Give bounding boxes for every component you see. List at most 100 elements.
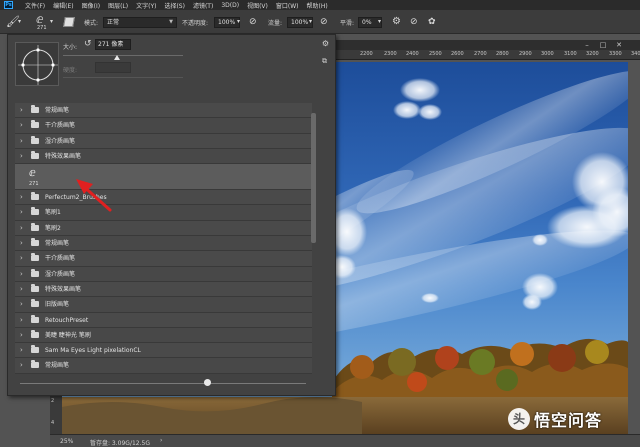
smoothing-label: 平滑:: [340, 19, 355, 27]
folder-icon: [31, 120, 39, 129]
airbrush-icon[interactable]: ⊘: [320, 10, 328, 34]
list-item[interactable]: › RetouchPreset: [15, 312, 312, 328]
new-preset-icon[interactable]: ⧉: [322, 57, 327, 66]
symmetry-icon[interactable]: ✿: [428, 10, 436, 34]
list-item[interactable]: › 美睫 睫神光 笔刷: [15, 327, 312, 344]
list-item[interactable]: › 旧版画笔: [15, 297, 312, 313]
list-item[interactable]: › 干介质画笔: [15, 251, 312, 267]
folder-label: 美睫 睫神光 笔刷: [45, 331, 91, 339]
selected-brush-preset[interactable]: ⅇ 271: [15, 164, 312, 191]
smoothing-value: 0%: [362, 18, 372, 26]
chevron-right-icon[interactable]: ›: [20, 297, 23, 312]
list-item[interactable]: › Sam Ma Eyes Light pixelationCL: [15, 343, 312, 359]
chevron-right-icon[interactable]: ›: [20, 343, 23, 358]
chevron-right-icon[interactable]: ›: [20, 205, 23, 220]
folder-icon: [31, 207, 39, 216]
folder-label: 干介质画笔: [45, 122, 76, 130]
ruler-top: 2200 2300 2400 2500 2600 2700 2800 2900 …: [336, 50, 640, 60]
chevron-right-icon[interactable]: ›: [20, 251, 23, 266]
menu-image[interactable]: 图像(I): [82, 1, 100, 10]
list-item[interactable]: › 特殊效果画笔: [15, 148, 312, 165]
panel-gear-icon[interactable]: ⚙: [322, 39, 329, 48]
pressure-size-icon[interactable]: ⊘: [410, 10, 418, 34]
ruler-tick: 3200: [586, 51, 599, 57]
chevron-right-icon[interactable]: ›: [20, 221, 23, 236]
folder-label: 湿介质画笔: [45, 137, 76, 145]
brush-preset-list: › 常规画笔 › 干介质画笔 › 湿介质画笔 › 特殊效果画笔 ⅇ 271 › …: [15, 103, 312, 375]
hardness-input: [95, 62, 131, 73]
size-input[interactable]: 271 像素: [95, 39, 131, 50]
menu-help[interactable]: 帮助(H): [307, 1, 328, 10]
list-item[interactable]: › 常规画笔: [15, 236, 312, 252]
status-menu-arrow-icon[interactable]: ›: [160, 437, 162, 444]
menu-window[interactable]: 窗口(W): [276, 1, 299, 10]
menu-filter[interactable]: 滤镜(T): [193, 1, 213, 10]
mode-select[interactable]: 正常 ▼: [103, 16, 177, 28]
folder-icon: [31, 222, 39, 231]
ruler-tick: 3400: [631, 51, 640, 57]
restore-icon[interactable]: □: [598, 40, 608, 50]
chevron-right-icon[interactable]: ›: [20, 282, 23, 297]
list-item[interactable]: › 湿介质画笔: [15, 266, 312, 282]
brush-picker-arrow-icon[interactable]: ▾: [50, 10, 53, 34]
preview-size-slider-thumb[interactable]: [204, 379, 211, 386]
folder-icon: [31, 192, 39, 201]
list-item[interactable]: › 常规画笔: [15, 358, 312, 374]
flow-label: 流量:: [268, 19, 283, 27]
pressure-opacity-icon[interactable]: ⊘: [249, 10, 257, 34]
chevron-right-icon[interactable]: ›: [20, 328, 23, 343]
flow-value: 100%: [291, 18, 309, 26]
ruler-tick: 2900: [519, 51, 532, 57]
chevron-right-icon[interactable]: ›: [20, 118, 23, 133]
hardness-label: 硬度:: [63, 67, 78, 74]
chevron-right-icon[interactable]: ›: [20, 236, 23, 251]
ruler-tick: 2700: [474, 51, 487, 57]
opacity-dropdown-icon[interactable]: ▾: [237, 10, 240, 34]
smoothing-dropdown-icon[interactable]: ▾: [378, 10, 381, 34]
menu-layer[interactable]: 图层(L): [108, 1, 128, 10]
ruler-tick: 4: [51, 420, 55, 426]
folder-icon: [31, 268, 39, 277]
close-icon[interactable]: ✕: [614, 40, 624, 50]
minimize-icon[interactable]: –: [582, 40, 592, 50]
preview-size-slider-track[interactable]: [20, 383, 306, 384]
chevron-right-icon[interactable]: ›: [20, 103, 23, 118]
menu-edit[interactable]: 编辑(E): [53, 1, 73, 10]
list-item[interactable]: › 常规画笔: [15, 103, 312, 119]
menu-file[interactable]: 文件(F): [25, 1, 45, 10]
watermark-text: 悟空问答: [534, 411, 603, 430]
list-item[interactable]: › 特殊效果画笔: [15, 281, 312, 298]
size-slider-thumb[interactable]: [114, 55, 120, 60]
folder-icon: [31, 360, 39, 369]
chevron-right-icon[interactable]: ›: [20, 190, 23, 205]
chevron-right-icon[interactable]: ›: [20, 358, 23, 373]
list-item[interactable]: › 干介质画笔: [15, 118, 312, 134]
brush-settings-icon[interactable]: [63, 10, 75, 34]
menu-select[interactable]: 选择(S): [164, 1, 185, 10]
folder-label: 干介质画笔: [45, 255, 76, 263]
gear-icon[interactable]: ⚙: [392, 10, 401, 34]
list-item[interactable]: › 笔刷1: [15, 205, 312, 221]
chevron-right-icon[interactable]: ›: [20, 267, 23, 282]
chevron-right-icon[interactable]: ›: [20, 313, 23, 328]
brush-preset-panel: 大小: ↺ 271 像素 硬度: ⚙ ⧉ › 常规画笔 › 干介质画笔 › 湿介…: [7, 34, 336, 396]
chevron-right-icon[interactable]: ›: [20, 134, 23, 149]
size-slider-track[interactable]: [63, 55, 183, 56]
list-item[interactable]: › 笔刷2: [15, 220, 312, 237]
brush-tip-preview: [15, 42, 59, 86]
menu-bar: Ps 文件(F) 编辑(E) 图像(I) 图层(L) 文字(Y) 选择(S) 滤…: [0, 0, 640, 10]
list-item[interactable]: › Perfectum2_Brushes: [15, 190, 312, 206]
brush-tip-icon: ⅇ: [29, 166, 36, 180]
reset-size-icon[interactable]: ↺: [84, 39, 92, 49]
folder-icon: [31, 238, 39, 247]
menu-view[interactable]: 视图(V): [247, 1, 268, 10]
watermark: 头 悟空问答: [508, 404, 602, 434]
flow-dropdown-icon[interactable]: ▾: [309, 10, 312, 34]
zoom-level[interactable]: 25%: [60, 438, 73, 445]
list-item[interactable]: › 湿介质画笔: [15, 133, 312, 149]
tool-preset-dropdown-icon[interactable]: ▾: [18, 10, 21, 34]
menu-3d[interactable]: 3D(D): [221, 2, 239, 9]
menu-type[interactable]: 文字(Y): [136, 1, 156, 10]
chevron-right-icon[interactable]: ›: [20, 149, 23, 164]
list-scrollbar[interactable]: [311, 113, 316, 243]
